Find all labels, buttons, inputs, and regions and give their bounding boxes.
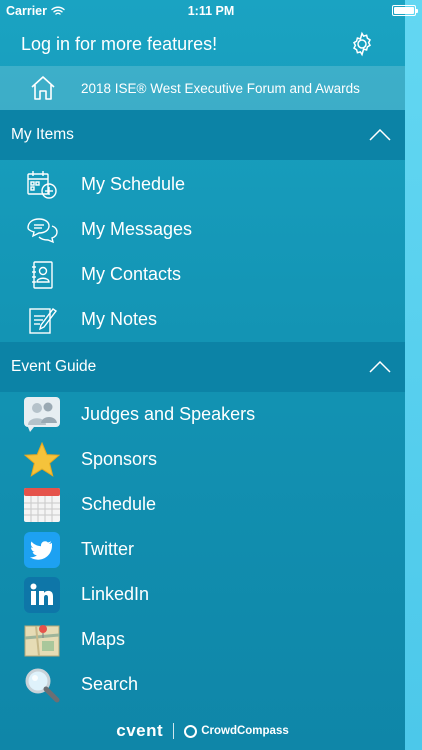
section-title: Event Guide	[11, 358, 97, 375]
star-icon	[24, 441, 60, 478]
menu-item-label: LinkedIn	[81, 584, 150, 604]
section-my-items[interactable]: My Items	[0, 110, 405, 160]
twitter-icon	[24, 531, 60, 568]
menu-item-label: Schedule	[81, 494, 157, 514]
menu-item-judges-speakers[interactable]: Judges and Speakers	[0, 392, 405, 437]
compass-icon	[184, 724, 198, 738]
event-home-row[interactable]: 2018 ISE® West Executive Forum and Award…	[0, 66, 405, 110]
menu-item-label: Sponsors	[81, 449, 158, 469]
menu-item-label: My Schedule	[81, 174, 186, 194]
menu-item-twitter[interactable]: Twitter	[0, 527, 405, 572]
login-prompt[interactable]: Log in for more features!	[21, 34, 217, 55]
map-icon	[24, 622, 60, 658]
menu-item-my-notes[interactable]: My Notes	[0, 297, 405, 342]
linkedin-icon	[24, 576, 60, 613]
side-drawer: Log in for more features! 2018 ISE® West…	[0, 0, 405, 750]
magnifier-icon	[24, 667, 60, 703]
menu-item-my-messages[interactable]: My Messages	[0, 207, 405, 252]
menu-item-sponsors[interactable]: Sponsors	[0, 437, 405, 482]
menu-item-label: My Contacts	[81, 264, 182, 284]
clock: 1:11 PM	[187, 4, 235, 18]
menu-item-label: Search	[81, 674, 139, 694]
home-icon	[31, 76, 55, 100]
menu-item-linkedin[interactable]: LinkedIn	[0, 572, 405, 617]
status-bar: Carrier 1:11 PM	[0, 0, 422, 22]
menu-item-my-schedule[interactable]: My Schedule	[0, 162, 405, 207]
menu-item-maps[interactable]: Maps	[0, 617, 405, 662]
chat-bubbles-icon	[24, 212, 60, 248]
menu-item-label: My Messages	[81, 219, 193, 239]
section-event-guide[interactable]: Event Guide	[0, 342, 405, 392]
app-screen: Log in for more features! 2018 ISE® West…	[0, 0, 422, 750]
menu-item-label: Twitter	[81, 539, 135, 559]
people-icon	[24, 396, 60, 433]
calendar-icon	[24, 487, 60, 523]
menu-item-label: Judges and Speakers	[81, 404, 256, 424]
battery-icon	[392, 5, 418, 16]
crowdcompass-text: CrowdCompass	[201, 725, 289, 737]
menu-item-my-contacts[interactable]: My Contacts	[0, 252, 405, 297]
menu-item-search[interactable]: Search	[0, 662, 405, 707]
menu-item-schedule[interactable]: Schedule	[0, 482, 405, 527]
footer-divider	[173, 723, 175, 739]
chevron-up-icon[interactable]	[369, 361, 391, 373]
settings-gear-icon[interactable]	[349, 31, 375, 57]
chevron-up-icon[interactable]	[369, 129, 391, 141]
drawer-header: Log in for more features!	[0, 22, 405, 66]
calendar-add-icon	[24, 167, 60, 203]
section-title: My Items	[11, 126, 74, 143]
cvent-logo: cvent	[116, 721, 164, 740]
event-title: 2018 ISE® West Executive Forum and Award…	[81, 80, 360, 96]
underlying-content-edge[interactable]	[405, 0, 422, 750]
menu-item-label: My Notes	[81, 309, 158, 329]
menu-item-label: Maps	[81, 629, 126, 649]
contact-book-icon	[24, 257, 60, 293]
crowdcompass-logo: CrowdCompass	[184, 724, 289, 738]
notepad-pencil-icon	[24, 302, 60, 338]
footer-branding: cvent CrowdCompass	[0, 712, 405, 750]
